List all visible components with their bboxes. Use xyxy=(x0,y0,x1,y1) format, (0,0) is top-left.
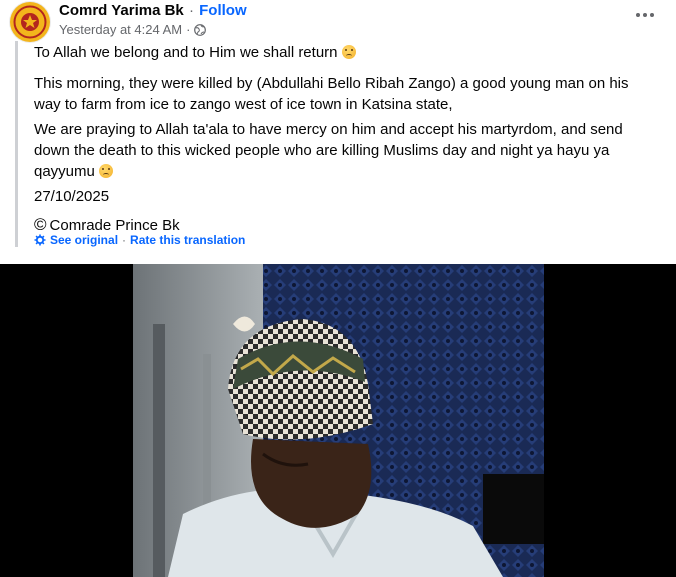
globe-icon xyxy=(194,23,207,36)
author-line: Comrd Yarima Bk · Follow xyxy=(59,2,247,19)
post-meta: Yesterday at 4:24 AM · xyxy=(59,22,207,37)
post-paragraph-1: To Allah we belong and to Him we shall r… xyxy=(34,42,634,63)
post-header: Comrd Yarima Bk · Follow Yesterday at 4:… xyxy=(0,0,676,42)
author-name[interactable]: Comrd Yarima Bk xyxy=(59,2,184,19)
sad-face-emoji-icon xyxy=(99,164,114,178)
more-dot xyxy=(636,13,640,17)
paragraph-1-text: To Allah we belong and to Him we shall r… xyxy=(34,44,338,61)
credit-line: © Comrade Prince Bk xyxy=(34,215,180,235)
post-timestamp[interactable]: Yesterday at 4:24 AM xyxy=(59,22,182,37)
translate-separator: · xyxy=(122,233,127,247)
post-paragraph-3: We are praying to Allah ta'ala to have m… xyxy=(34,119,649,182)
see-original-link[interactable]: See original xyxy=(50,233,118,247)
post-paragraph-2: This morning, they were killed by (Abdul… xyxy=(34,75,629,113)
translation-controls: See original · Rate this translation xyxy=(34,233,245,247)
post-photo-container[interactable] xyxy=(0,264,676,577)
sad-face-emoji-icon xyxy=(341,45,356,59)
follow-button[interactable]: Follow xyxy=(199,2,247,19)
paragraph-3-text: We are praying to Allah ta'ala to have m… xyxy=(34,121,623,180)
more-dot xyxy=(643,13,647,17)
avatar-logo-icon xyxy=(11,3,49,41)
profile-avatar[interactable] xyxy=(10,2,50,42)
separator-dot: · xyxy=(188,2,194,19)
portrait-photo-image xyxy=(133,264,544,577)
more-dot xyxy=(650,13,654,17)
gear-icon xyxy=(34,234,46,246)
post-date: 27/10/2025 xyxy=(34,188,110,205)
copyright-icon: © xyxy=(34,215,47,234)
meta-separator: · xyxy=(186,22,191,37)
post-photo[interactable] xyxy=(133,264,544,577)
credit-text: Comrade Prince Bk xyxy=(49,216,180,234)
translated-post-body: To Allah we belong and to Him we shall r… xyxy=(15,41,658,247)
more-options-icon[interactable] xyxy=(636,8,656,22)
rate-translation-link[interactable]: Rate this translation xyxy=(130,233,245,247)
